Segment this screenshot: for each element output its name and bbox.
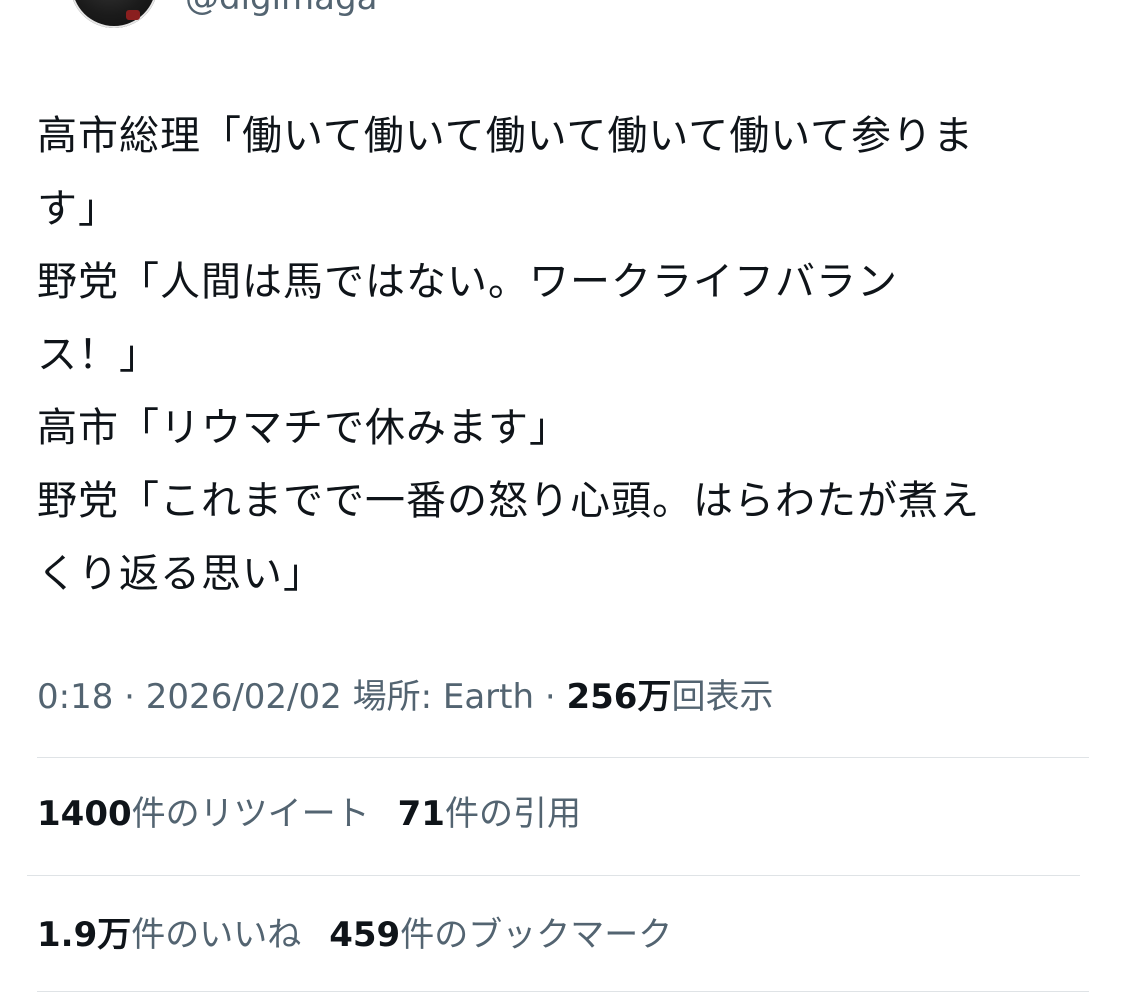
bookmarks-stat[interactable]: 459件のブックマーク	[329, 910, 672, 960]
divider	[37, 991, 1089, 992]
likes-count: 1.9万	[37, 915, 132, 955]
tweet-text-line: ス！」	[37, 332, 160, 378]
tweet-location: 場所: Earth	[352, 677, 535, 717]
retweets-count: 1400	[37, 794, 132, 834]
tweet-text-line: くり返る思い」	[37, 551, 324, 597]
tweet-text-line: 高市「リウマチで休みます」	[37, 405, 570, 451]
stats-row-engagement: 1.9万件のいいね 459件のブックマーク	[37, 910, 700, 960]
retweets-label: 件のリツイート	[131, 794, 370, 834]
likes-stat[interactable]: 1.9万件のいいね	[37, 910, 301, 960]
meta-separator: ·	[534, 677, 567, 717]
views-count: 256万	[566, 677, 672, 717]
quotes-count: 71	[397, 794, 445, 834]
divider	[37, 757, 1089, 758]
retweets-stat[interactable]: 1400件のリツイート	[37, 789, 370, 839]
author-handle[interactable]: @digimaga	[185, 0, 377, 18]
avatar-detail	[126, 10, 140, 20]
bookmarks-label: 件のブックマーク	[400, 915, 673, 955]
tweet-text-line: す」	[37, 186, 119, 232]
stats-row-reposts: 1400件のリツイート 71件の引用	[37, 789, 609, 839]
tweet-text-line: 野党「人間は馬ではない。ワークライフバラン	[37, 259, 898, 305]
tweet-text-line: 高市総理「働いて働いて働いて働いて働いて参りま	[37, 113, 974, 159]
tweet-meta: 0:18 · 2026/02/02 場所: Earth · 256万回表示	[37, 672, 773, 722]
divider	[27, 875, 1080, 876]
tweet-time[interactable]: 0:18	[37, 677, 113, 717]
tweet-text-line: 野党「これまでで一番の怒り心頭。はらわたが煮え	[37, 478, 980, 524]
author-avatar[interactable]	[70, 0, 158, 28]
quotes-stat[interactable]: 71件の引用	[398, 789, 581, 839]
quotes-label: 件の引用	[444, 794, 581, 834]
bookmarks-count: 459	[329, 915, 401, 955]
views-label: 回表示	[671, 677, 774, 717]
tweet-author-header: @digimaga	[0, 0, 1125, 40]
tweet-date[interactable]: 2026/02/02	[146, 677, 342, 717]
tweet-text: 高市総理「働いて働いて働いて働いて働いて参りま す」 野党「人間は馬ではない。ワ…	[37, 100, 1097, 611]
likes-label: 件のいいね	[131, 915, 302, 955]
meta-separator: ·	[113, 677, 146, 717]
